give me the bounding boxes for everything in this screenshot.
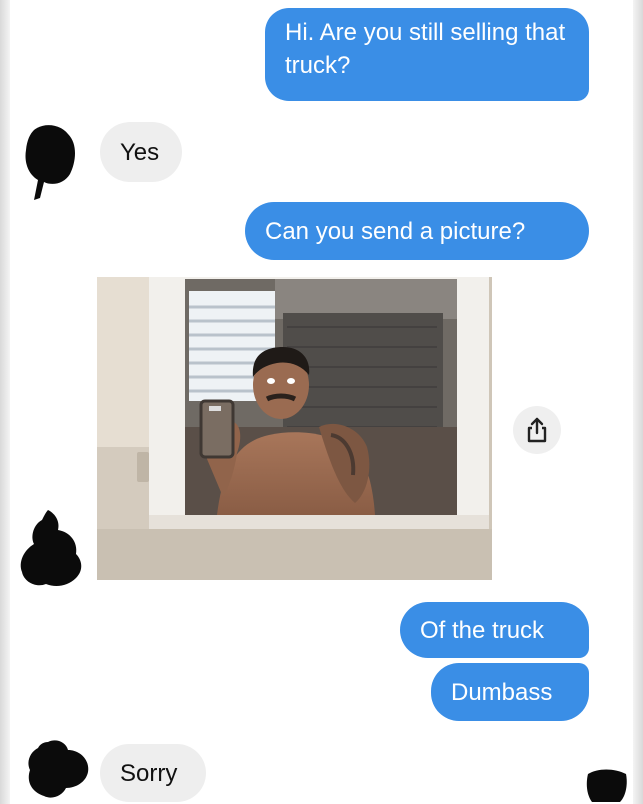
contact-avatar[interactable]	[22, 738, 92, 802]
share-button[interactable]	[513, 406, 561, 454]
share-icon	[527, 417, 547, 443]
message-text: Of the truck	[420, 616, 545, 644]
contact-avatar[interactable]	[20, 122, 80, 202]
screen-edge-left	[0, 0, 10, 804]
message-text: Yes	[120, 138, 160, 166]
message-text: Sorry	[120, 759, 178, 787]
contact-avatar[interactable]	[16, 508, 88, 590]
outgoing-message-bubble[interactable]: Dumbass	[431, 663, 589, 721]
mirror-selfie-photo	[97, 277, 492, 580]
outgoing-message-bubble[interactable]: Hi. Are you still selling that truck?	[265, 8, 589, 101]
redaction-mark	[586, 769, 627, 802]
message-text: Dumbass	[451, 678, 553, 706]
screen-edge-right	[633, 0, 643, 804]
incoming-message-bubble[interactable]: Sorry	[100, 744, 206, 802]
message-text: Can you send a picture?	[265, 217, 526, 245]
message-text: Hi. Are you still selling that truck?	[285, 19, 566, 79]
incoming-message-bubble[interactable]: Yes	[100, 122, 182, 182]
photo-message[interactable]	[97, 277, 492, 580]
outgoing-message-bubble[interactable]: Of the truck	[400, 602, 589, 658]
outgoing-message-bubble[interactable]: Can you send a picture?	[245, 202, 589, 260]
